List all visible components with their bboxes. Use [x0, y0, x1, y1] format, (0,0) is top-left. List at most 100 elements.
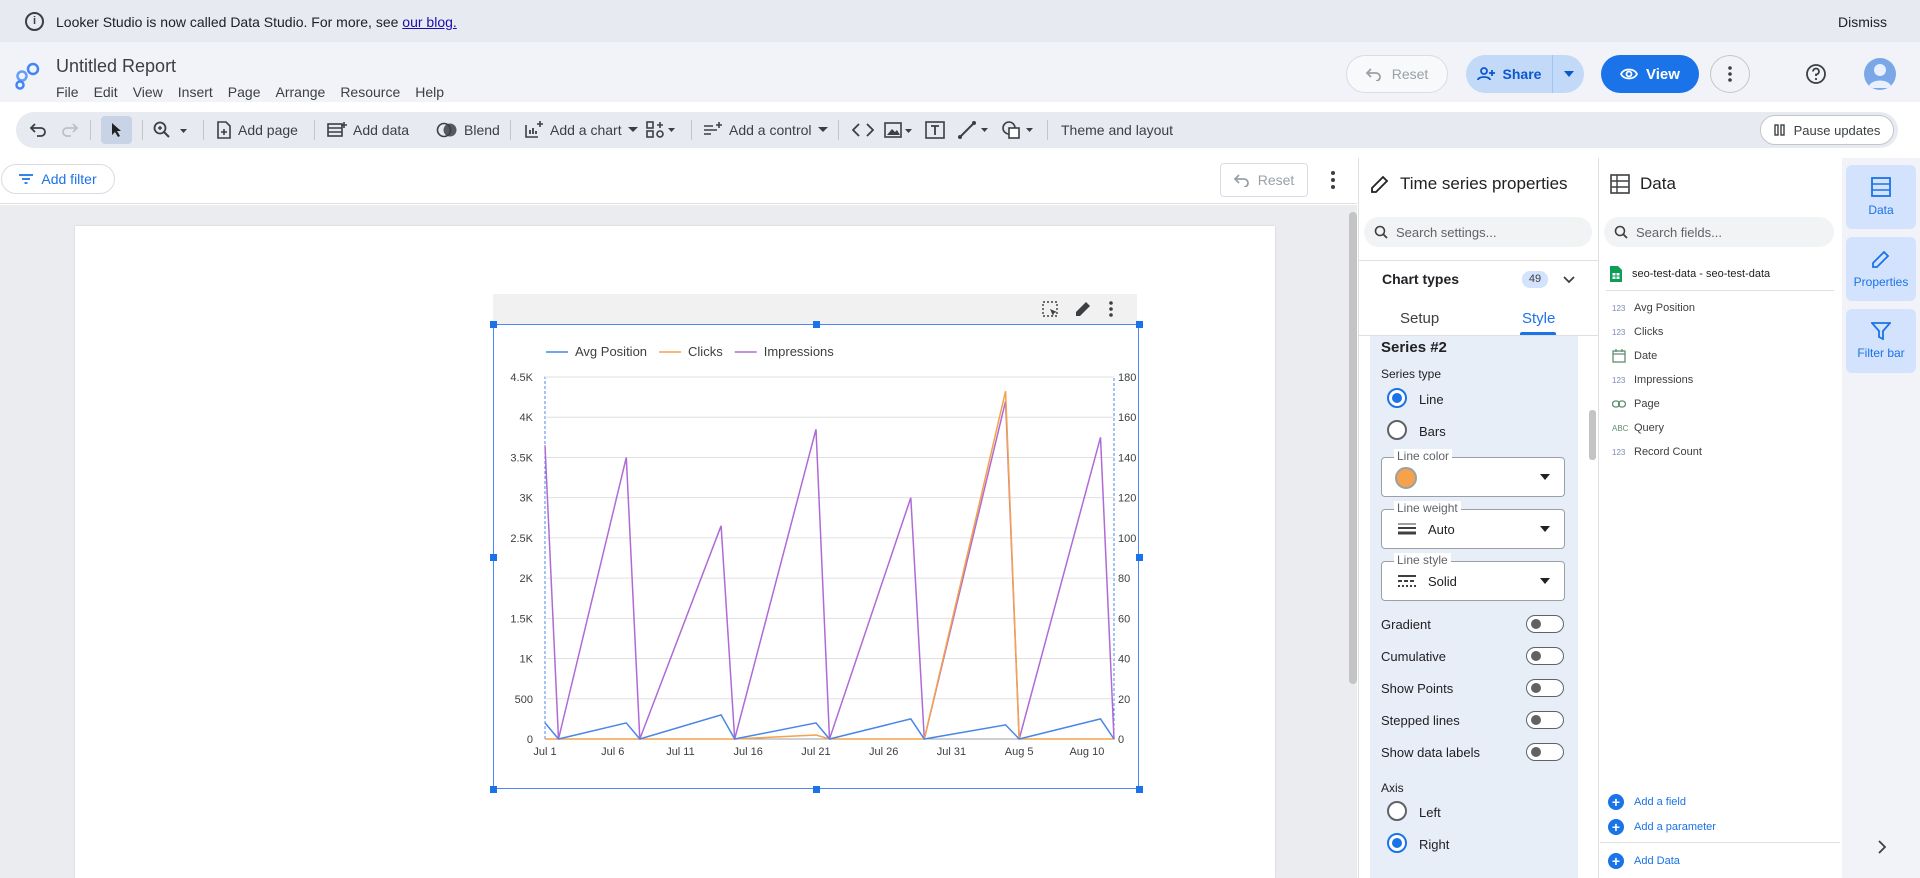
more-vert-icon[interactable]	[1327, 168, 1339, 192]
banner-text: Looker Studio is now called Data Studio.…	[56, 14, 403, 30]
active-tab-indicator	[1520, 332, 1556, 335]
field-item[interactable]: Date	[1612, 349, 1657, 363]
resize-handle[interactable]	[490, 554, 497, 561]
resize-handle[interactable]	[1136, 321, 1143, 328]
resize-handle[interactable]	[490, 786, 497, 793]
field-item[interactable]: Page	[1612, 398, 1660, 410]
series-type-label: Series type	[1381, 367, 1442, 381]
zoom-icon[interactable]	[153, 121, 187, 139]
funnel-icon	[1871, 322, 1891, 340]
time-series-chart[interactable]: 0 500 1K 1.5K 2K 2.5K 3K 3.5K 4K 4.5K 0 20 40 60 80 100…	[493, 324, 1139, 789]
line-style-select[interactable]: Line style Solid	[1381, 553, 1565, 601]
rail-filter-bar-button[interactable]: Filter bar	[1846, 309, 1916, 373]
tab-style[interactable]: Style	[1522, 310, 1555, 327]
menu-edit[interactable]: Edit	[94, 84, 118, 100]
search-fields-placeholder: Search fields...	[1636, 224, 1722, 240]
data-source-item[interactable]: seo-test-data - seo-test-data	[1610, 266, 1770, 282]
search-settings-input[interactable]: Search settings...	[1364, 217, 1592, 247]
x-tick-label: Jul 1	[533, 746, 556, 758]
axis-label: Axis	[1381, 781, 1404, 795]
line-icon[interactable]	[957, 120, 991, 140]
blog-link[interactable]: our blog.	[402, 14, 456, 30]
resize-handle[interactable]	[1136, 554, 1143, 561]
share-button[interactable]: Share	[1466, 55, 1552, 93]
dismiss-button[interactable]: Dismiss	[1838, 14, 1887, 30]
field-item[interactable]: 123 Clicks	[1612, 326, 1663, 338]
canvas-scrollbar[interactable]	[1349, 212, 1357, 684]
show-points-toggle[interactable]	[1526, 679, 1564, 697]
shape-icon[interactable]	[1001, 120, 1035, 140]
plot-area	[544, 376, 1115, 740]
series-type-bars-radio[interactable]	[1387, 420, 1407, 440]
x-tick-label: Aug 10	[1069, 746, 1104, 758]
help-button[interactable]	[1802, 60, 1830, 88]
field-item[interactable]: 123 Impressions	[1612, 374, 1693, 386]
cumulative-toggle[interactable]	[1526, 647, 1564, 665]
more-options-button[interactable]	[1710, 55, 1750, 93]
gradient-label: Gradient	[1381, 617, 1431, 632]
properties-scrollbar[interactable]	[1589, 410, 1596, 460]
filter-reset-label: Reset	[1257, 172, 1295, 188]
add-data-link[interactable]: + Add Data	[1608, 853, 1680, 869]
stepped-lines-toggle[interactable]	[1526, 711, 1564, 729]
field-item[interactable]: 123 Avg Position	[1612, 302, 1695, 314]
pause-updates-button[interactable]: Pause updates	[1760, 115, 1894, 145]
line-weight-select[interactable]: Line weight Auto	[1381, 501, 1565, 549]
add-chart-button[interactable]: Add a chart	[524, 112, 638, 148]
add-data-button[interactable]: Add data	[327, 112, 409, 148]
edit-pencil-icon[interactable]	[1074, 300, 1092, 318]
community-viz-icon[interactable]	[646, 120, 678, 140]
filter-reset-button[interactable]: Reset	[1220, 163, 1308, 197]
axis-left-radio[interactable]	[1387, 801, 1407, 821]
image-icon[interactable]	[884, 121, 914, 139]
text-box-icon[interactable]	[925, 121, 945, 139]
data-studio-logo-icon[interactable]	[13, 62, 41, 90]
resize-handle[interactable]	[490, 321, 497, 328]
rail-properties-button[interactable]: Properties	[1846, 237, 1916, 301]
add-control-button[interactable]: Add a control	[703, 112, 828, 148]
chevron-down-icon[interactable]	[1563, 276, 1575, 284]
reset-button[interactable]: Reset	[1346, 55, 1448, 93]
resize-handle[interactable]	[1136, 786, 1143, 793]
resize-handle[interactable]	[813, 321, 820, 328]
menu-insert[interactable]: Insert	[178, 84, 213, 100]
menu-view[interactable]: View	[133, 84, 163, 100]
show-data-labels-toggle[interactable]	[1526, 743, 1564, 761]
blend-button[interactable]: Blend	[436, 112, 500, 148]
axis-right-radio[interactable]	[1387, 833, 1407, 853]
add-filter-button[interactable]: Add filter	[1, 164, 115, 194]
search-fields-input[interactable]: Search fields...	[1604, 217, 1834, 247]
series-type-line-radio[interactable]	[1387, 388, 1407, 408]
select-area-icon[interactable]	[1042, 301, 1058, 317]
redo-icon[interactable]	[61, 122, 79, 138]
menu-file[interactable]: File	[56, 84, 79, 100]
line-color-select[interactable]: Line color	[1381, 449, 1565, 497]
tab-setup[interactable]: Setup	[1400, 310, 1439, 327]
add-field-link[interactable]: + Add a field	[1608, 794, 1686, 810]
report-title[interactable]: Untitled Report	[56, 56, 176, 77]
chevron-right-icon[interactable]	[1878, 840, 1886, 854]
menu-page[interactable]: Page	[228, 84, 261, 100]
more-vert-icon[interactable]	[1108, 300, 1114, 318]
view-button[interactable]: View	[1601, 55, 1699, 93]
theme-layout-button[interactable]: Theme and layout	[1061, 112, 1173, 148]
series-type-line-label: Line	[1419, 392, 1444, 407]
gradient-toggle[interactable]	[1526, 615, 1564, 633]
undo-icon[interactable]	[29, 122, 47, 138]
y-right-tick-label: 40	[1118, 654, 1130, 666]
menu-help[interactable]: Help	[415, 84, 444, 100]
y-left-tick-label: 3.5K	[510, 452, 533, 464]
add-page-button[interactable]: Add page	[216, 112, 298, 148]
rail-data-button[interactable]: Data	[1846, 165, 1916, 229]
line-color-label: Line color	[1394, 449, 1453, 463]
share-dropdown-button[interactable]	[1552, 55, 1584, 93]
menu-resource[interactable]: Resource	[340, 84, 400, 100]
embed-code-icon[interactable]	[852, 122, 874, 138]
cursor-icon	[112, 123, 121, 137]
menu-arrange[interactable]: Arrange	[276, 84, 326, 100]
account-avatar[interactable]	[1864, 58, 1896, 90]
resize-handle[interactable]	[813, 786, 820, 793]
field-item[interactable]: 123 Record Count	[1612, 446, 1702, 458]
field-item[interactable]: ABC Query	[1612, 422, 1664, 434]
add-parameter-link[interactable]: + Add a parameter	[1608, 819, 1716, 835]
